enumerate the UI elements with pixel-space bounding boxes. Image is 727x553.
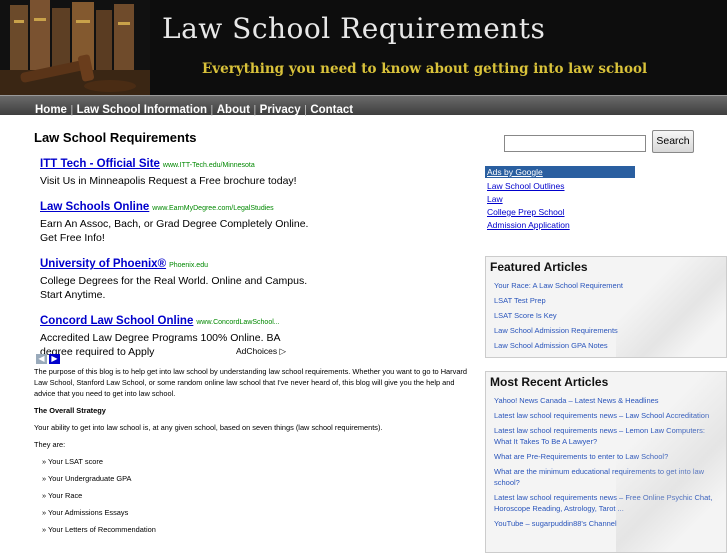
google-ad-link[interactable]: Admission Application — [487, 220, 635, 230]
ad-title[interactable]: University of Phoenix® — [40, 258, 166, 270]
sponsored-ads: ITT Tech - Official Site www.ITT-Tech.edu… — [40, 152, 310, 366]
ad-url[interactable]: Phoenix.edu — [169, 262, 208, 269]
site-title: Law School Requirements — [162, 12, 546, 45]
site-tagline: Everything you need to know about gettin… — [202, 61, 648, 77]
recent-articles-box: Most Recent Articles Yahoo! News Canada … — [485, 371, 727, 553]
nav-separator: | — [303, 103, 308, 116]
list-item: » Your Letters of Recommendation — [42, 525, 156, 534]
main-content: Law School Requirements ITT Tech - Offic… — [34, 130, 470, 534]
nav-home[interactable]: Home — [35, 104, 67, 116]
decorative-gradient — [616, 372, 726, 552]
nav-separator: | — [210, 103, 214, 116]
law-books-gavel-image — [0, 0, 150, 95]
ad-url[interactable]: www.ConcordLawSchool... — [196, 319, 279, 326]
nav-law-school-information[interactable]: Law School Information — [77, 104, 207, 116]
list-item: » Your Admissions Essays — [42, 508, 129, 517]
ad-description: Visit Us in Minneapolis Request a Free b… — [40, 175, 297, 187]
article-heading: The Overall Strategy — [34, 406, 106, 415]
featured-articles-box: Featured Articles Your Race: A Law Schoo… — [485, 256, 727, 358]
sidebar: Search Ads by Google Law School Outlines… — [482, 118, 727, 553]
ad-item: ITT Tech - Official Site www.ITT-Tech.edu… — [40, 152, 310, 188]
nav-separator: | — [69, 103, 74, 116]
ad-item: University of Phoenix® Phoenix.edu Colleg… — [40, 252, 310, 302]
nav-about[interactable]: About — [217, 104, 250, 116]
ad-navigation: ◀ ▶ AdChoices ▷ — [36, 346, 286, 364]
adchoices-icon: ▷ — [279, 346, 286, 356]
search-input[interactable] — [504, 135, 646, 152]
site-banner: Law School Requirements Everything you n… — [0, 0, 727, 95]
ad-item: Law Schools Online www.EarnMyDegree.com/L… — [40, 195, 310, 245]
nav-privacy[interactable]: Privacy — [260, 104, 301, 116]
ad-title[interactable]: Law Schools Online — [40, 201, 149, 213]
next-ad-icon[interactable]: ▶ — [49, 354, 60, 364]
adchoices-link[interactable]: AdChoices ▷ — [236, 346, 286, 357]
list-item: » Your LSAT score — [42, 457, 103, 466]
nav-separator: | — [252, 103, 257, 116]
ad-description: Earn An Assoc, Bach, or Grad Degree Comp… — [40, 218, 309, 244]
nav-contact[interactable]: Contact — [310, 104, 353, 116]
google-ads-box: Ads by Google Law School Outlines Law Co… — [485, 166, 635, 230]
page-title: Law School Requirements — [34, 130, 197, 145]
ad-title[interactable]: ITT Tech - Official Site — [40, 158, 160, 170]
google-ad-link[interactable]: Law — [487, 194, 635, 204]
ad-url[interactable]: www.ITT-Tech.edu/Minnesota — [163, 162, 255, 169]
google-ad-link[interactable]: College Prep School — [487, 207, 635, 217]
article-intro: The purpose of this blog is to help get … — [34, 367, 468, 398]
main-nav: Home | Law School Information | About | Privac… — [0, 95, 727, 116]
ad-title[interactable]: Concord Law School Online — [40, 315, 193, 327]
article-body: The purpose of this blog is to help get … — [34, 366, 474, 541]
search-button[interactable]: Search — [652, 130, 694, 153]
google-ad-link[interactable]: Law School Outlines — [487, 181, 635, 191]
article-paragraph: They are: — [34, 440, 66, 449]
ads-by-google-link[interactable]: Ads by Google — [485, 166, 635, 178]
list-item: » Your Race — [42, 491, 83, 500]
ad-url[interactable]: www.EarnMyDegree.com/LegalStudies — [152, 205, 273, 212]
decorative-gradient — [616, 257, 726, 357]
prev-ad-icon[interactable]: ◀ — [36, 354, 47, 364]
article-paragraph: Your ability to get into law school is, … — [34, 423, 383, 432]
ad-description: College Degrees for the Real World. Onli… — [40, 275, 308, 301]
list-item: » Your Undergraduate GPA — [42, 474, 132, 483]
